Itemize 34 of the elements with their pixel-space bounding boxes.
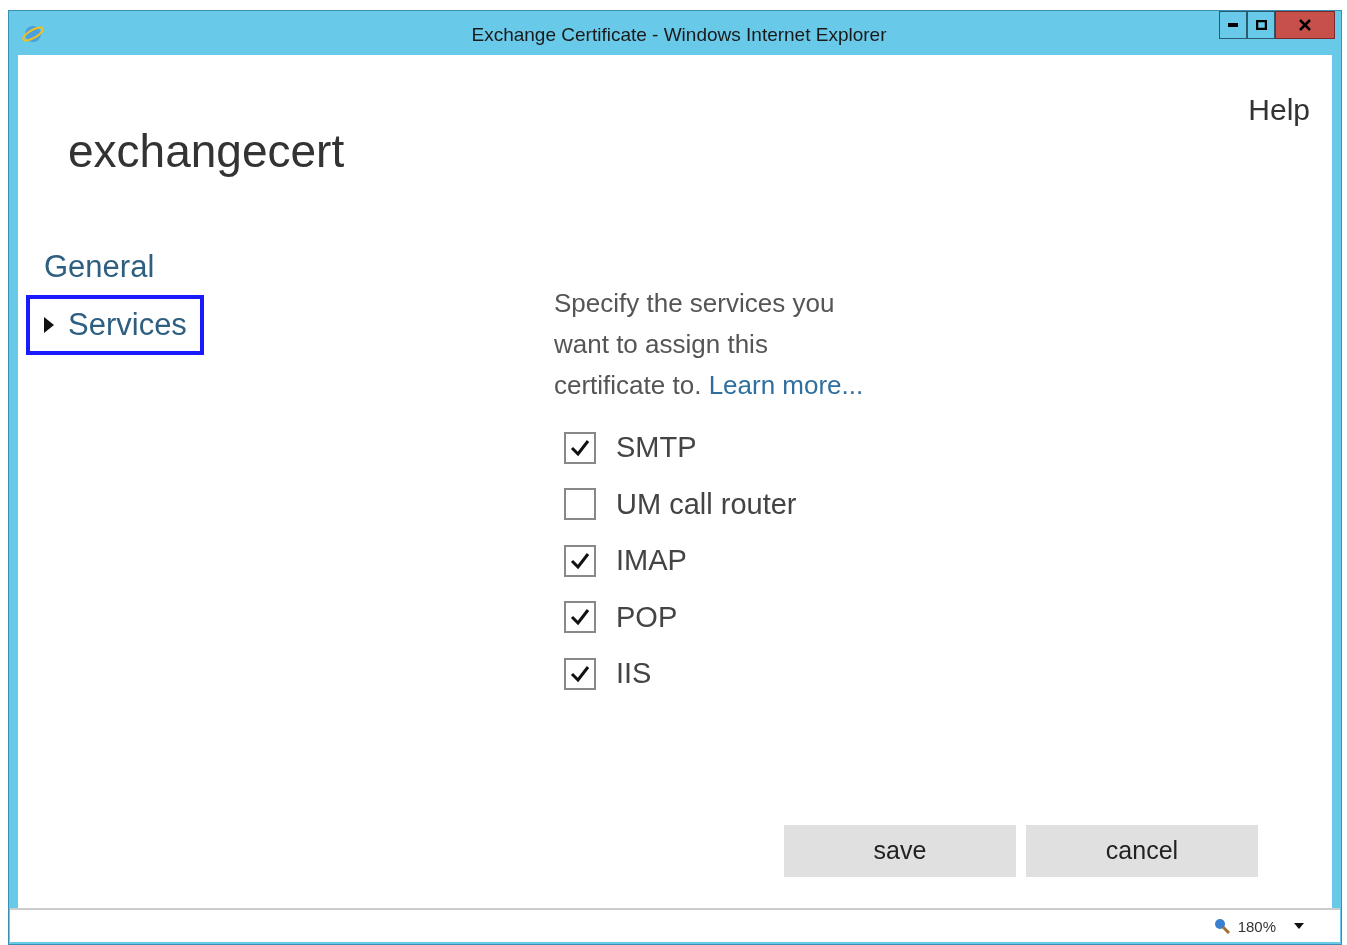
action-button[interactable]: cancel [1026,825,1258,877]
browser-logo-icon [21,23,45,45]
maximize-button[interactable] [1247,11,1275,39]
checkbox-label: UM call router [616,486,797,522]
checkbox[interactable] [564,544,596,577]
zoom-level: 180% [1237,917,1276,937]
window-title: Exchange Certificate - Windows Internet Explorer [470,23,888,47]
checkbox-label: IMAP [616,543,687,578]
close-button[interactable] [1275,11,1335,39]
checkbox-label: SMTP [616,430,697,465]
check-icon [570,438,590,457]
minimize-button[interactable] [1219,11,1247,39]
checkbox-label: IIS [616,656,652,691]
help-link[interactable]: Help [1248,87,1310,132]
action-button[interactable]: save [784,825,1016,877]
check-icon [570,608,590,627]
checkbox[interactable] [564,601,596,634]
checkbox[interactable] [564,488,596,521]
caret-icon [44,317,54,333]
maximize-icon [1255,20,1267,30]
learn-more-link[interactable]: Learn more... [708,370,864,400]
checkbox[interactable] [564,431,596,464]
page-title: exchangecert [68,124,345,179]
check-icon [570,551,590,570]
nav-link[interactable]: Services [68,301,187,349]
check-icon [570,664,590,683]
nav-link[interactable]: General [30,243,155,291]
checkbox[interactable] [564,657,596,690]
dropdown-icon [1294,923,1304,929]
description-text: Specify the services you want to assign this certificate to. Learn more... [554,287,865,402]
zoom-icon [1214,918,1230,934]
checkbox-label: POP [616,599,678,635]
minimize-icon [1228,23,1238,27]
close-icon [1299,19,1311,31]
